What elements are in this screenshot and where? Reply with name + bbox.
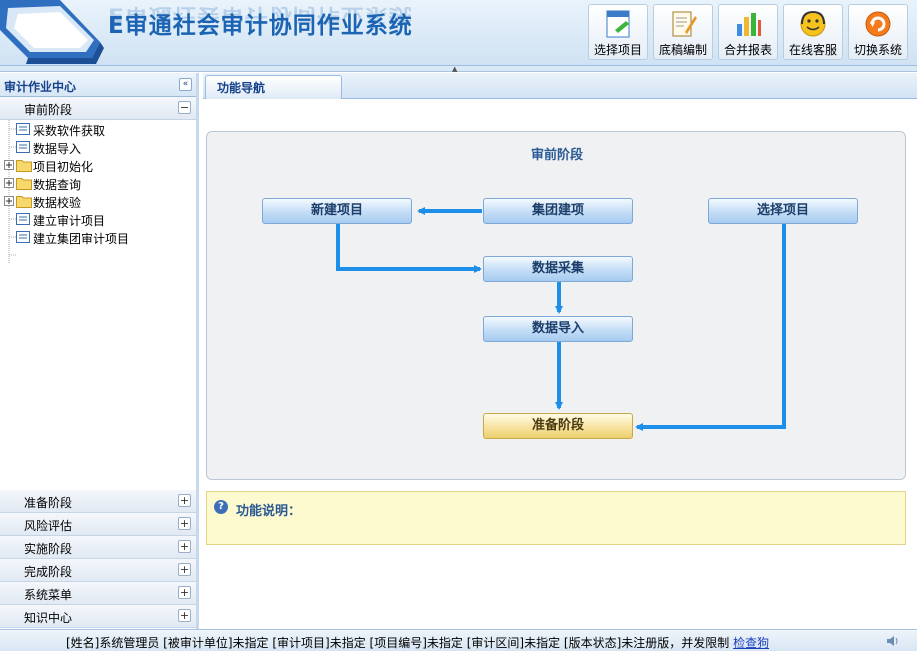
check-dongle-link[interactable]: 检查狗 [733, 636, 769, 650]
section-implement[interactable]: 实施阶段 + [0, 536, 196, 559]
sidebar-title: 审计作业中心 [4, 80, 77, 94]
section-prepare[interactable]: 准备阶段 + [0, 490, 196, 513]
sidebar: 审计作业中心 « 审前阶段 − 采数软件获取 数据导入 项目初始化 数据查询 数… [0, 73, 199, 629]
folder-icon [16, 196, 32, 208]
expand-section-icon[interactable]: + [178, 563, 191, 576]
app-header: E审通社会审计协同作业系统 E审通社会审计协同作业系统 选择项目 底稿编制 合并… [0, 0, 917, 66]
flow-diagram-panel: 审前阶段 新建项目 集团建项 选择项目 数据采集 数据导入 准备阶段 [206, 131, 906, 480]
collapse-sidebar-icon[interactable]: « [179, 78, 192, 91]
status-info: [姓名]系统管理员 [被审计单位]未指定 [审计项目]未指定 [项目编号]未指定… [66, 636, 730, 650]
status-bar: [姓名]系统管理员 [被审计单位]未指定 [审计项目]未指定 [项目编号]未指定… [0, 629, 917, 651]
book-logo-icon [0, 0, 104, 64]
top-splitter[interactable]: ▲ [0, 65, 917, 73]
tab-function-nav[interactable]: 功能导航 [205, 75, 342, 99]
online-support-button[interactable]: 在线客服 [783, 4, 843, 60]
switch-system-button[interactable]: 切换系统 [848, 4, 908, 60]
document-icon [16, 141, 30, 153]
main-content: 功能导航 审前阶段 新建项目 集团建项 选择项目 数据采集 数据导入 准备阶段 [203, 73, 917, 629]
sidebar-tree: 采数软件获取 数据导入 项目初始化 数据查询 数据校验 建立审计项目 建立集团审… [0, 120, 196, 495]
splitter-grip-icon: ▲ [452, 65, 458, 73]
folder-icon [16, 178, 32, 190]
help-icon: ? [214, 500, 228, 514]
document-icon [16, 231, 30, 243]
arrow-new-to-collect [336, 224, 482, 273]
merge-report-button[interactable]: 合并报表 [718, 4, 778, 60]
sidebar-sections: 准备阶段 + 风险评估 + 实施阶段 + 完成阶段 + 系统菜单 + 知识中心 + [0, 490, 196, 628]
switch-system-icon [865, 11, 891, 37]
expand-plus-icon[interactable] [4, 196, 14, 206]
section-active[interactable]: 审前阶段 − [0, 97, 196, 120]
expand-section-icon[interactable]: + [178, 517, 191, 530]
speaker-icon[interactable] [886, 634, 900, 648]
collapse-section-icon[interactable]: − [178, 101, 191, 114]
flow-select-project-button[interactable]: 选择项目 [708, 198, 858, 224]
new-project-button[interactable]: 新建项目 [262, 198, 412, 224]
worksheet-edit-button[interactable]: 底稿编制 [653, 4, 713, 60]
section-label: 审前阶段 [24, 103, 73, 117]
group-project-button[interactable]: 集团建项 [483, 198, 633, 224]
document-icon [16, 123, 30, 135]
section-risk[interactable]: 风险评估 + [0, 513, 196, 536]
folder-icon [16, 160, 32, 172]
sidebar-header: 审计作业中心 « [0, 73, 196, 97]
online-support-icon [800, 10, 826, 37]
section-system-menu[interactable]: 系统菜单 + [0, 582, 196, 605]
description-panel: ? 功能说明： [206, 491, 906, 545]
section-knowledge[interactable]: 知识中心 + [0, 605, 196, 628]
select-project-button[interactable]: 选择项目 [588, 4, 648, 60]
arrow-select-to-prepare [635, 224, 786, 431]
section-complete[interactable]: 完成阶段 + [0, 559, 196, 582]
data-import-button[interactable]: 数据导入 [483, 316, 633, 342]
expand-plus-icon[interactable] [4, 160, 14, 170]
data-collect-button[interactable]: 数据采集 [483, 256, 633, 282]
expand-section-icon[interactable]: + [178, 540, 191, 553]
expand-plus-icon[interactable] [4, 178, 14, 188]
merge-report-icon [737, 13, 761, 36]
status-text: [姓名]系统管理员 [被审计单位]未指定 [审计项目]未指定 [项目编号]未指定… [66, 634, 769, 651]
expand-section-icon[interactable]: + [178, 586, 191, 599]
expand-section-icon[interactable]: + [178, 609, 191, 622]
prepare-stage-button[interactable]: 准备阶段 [483, 413, 633, 439]
description-label: 功能说明： [236, 504, 302, 519]
app-title-reflection: E审通社会审计协同作业系统 [108, 3, 413, 25]
worksheet-edit-icon [672, 11, 697, 37]
expand-section-icon[interactable]: + [178, 494, 191, 507]
select-project-icon [606, 10, 630, 38]
document-icon [16, 213, 30, 225]
tab-strip: 功能导航 [203, 73, 917, 99]
